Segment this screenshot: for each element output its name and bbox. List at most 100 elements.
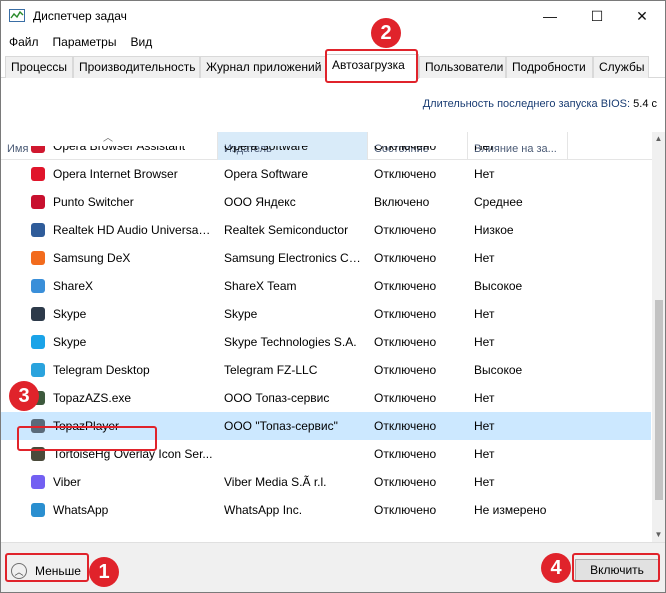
row-state: Отключено — [374, 167, 437, 181]
table-row[interactable]: Realtek HD Audio Universal ... Realtek Se… — [1, 216, 651, 244]
row-impact: Нет — [474, 475, 495, 489]
row-publisher: Viber Media S.Ã r.l. — [224, 475, 327, 489]
table-row[interactable]: ShareX ShareX Team Отключено Высокое — [1, 272, 651, 300]
tab-services[interactable]: Службы — [593, 56, 649, 78]
telegram-icon — [31, 363, 45, 377]
row-state: Отключено — [374, 279, 437, 293]
maximize-icon: ☐ — [590, 7, 604, 24]
punto-switcher-icon — [31, 195, 45, 209]
row-publisher: Telegram FZ-LLC — [224, 363, 318, 377]
samsung-dex-icon — [31, 251, 45, 265]
row-name: Realtek HD Audio Universal ... — [53, 223, 213, 237]
annotation-badge-4: 4 — [541, 553, 571, 583]
row-publisher: ООО Яндекс — [224, 195, 296, 209]
row-state: Включено — [374, 195, 430, 209]
row-impact: Нет — [474, 167, 495, 181]
maximize-button[interactable]: ☐ — [574, 1, 620, 31]
tab-processes[interactable]: Процессы — [5, 56, 73, 78]
viber-icon — [31, 475, 45, 489]
window-title: Диспетчер задач — [33, 9, 127, 23]
row-publisher: Realtek Semiconductor — [224, 223, 349, 237]
minimize-button[interactable]: — — [527, 1, 573, 31]
vertical-scrollbar[interactable]: ▲ ▼ — [652, 132, 665, 542]
row-publisher: ООО "Топаз-сервис" — [224, 419, 338, 433]
table-row[interactable]: Punto Switcher ООО Яндекс Включено Среднее — [1, 188, 651, 216]
skype-icon — [31, 335, 45, 349]
row-state: Отключено — [374, 223, 437, 237]
row-publisher: WhatsApp Inc. — [224, 503, 303, 517]
row-name: TopazAZS.exe — [53, 391, 132, 405]
row-impact: Нет — [474, 146, 495, 153]
row-name: Telegram Desktop — [53, 363, 150, 377]
task-manager-window: Диспетчер задач — ☐ ✕ Файл Параметры Вид… — [0, 0, 666, 593]
row-state: Отключено — [374, 503, 437, 517]
minimize-icon: — — [543, 8, 557, 24]
row-name: WhatsApp — [53, 503, 109, 517]
annotation-box-startup-tab — [325, 49, 418, 83]
row-impact: Низкое — [474, 223, 514, 237]
table-row[interactable]: Skype Skype Technologies S.A. Отключено Нет — [1, 328, 651, 356]
row-impact: Нет — [474, 307, 495, 321]
annotation-badge-2: 2 — [371, 18, 401, 48]
tab-app-history[interactable]: Журнал приложений — [200, 56, 326, 78]
tab-users[interactable]: Пользователи — [419, 56, 506, 78]
annotation-box-fewer — [5, 553, 89, 582]
row-name: Opera Internet Browser — [53, 167, 178, 181]
row-name: Samsung DeX — [53, 251, 131, 265]
table-row[interactable]: TopazAZS.exe ООО Топаз-сервис Отключено Нет — [1, 384, 651, 412]
table-row[interactable]: WhatsApp WhatsApp Inc. Отключено Не измерен… — [1, 496, 651, 524]
table-row[interactable]: Telegram Desktop Telegram FZ-LLC Отключено… — [1, 356, 651, 384]
close-button[interactable]: ✕ — [619, 1, 665, 31]
row-publisher: Opera Software — [224, 146, 309, 153]
scrollbar-thumb[interactable] — [655, 300, 663, 500]
startup-list: Opera Browser Assistant Opera Software Отк… — [1, 146, 651, 540]
table-row[interactable]: Viber Viber Media S.Ã r.l. Отключено Нет — [1, 468, 651, 496]
row-impact: Нет — [474, 251, 495, 265]
bios-value: 5.4 с — [633, 98, 657, 110]
row-state: Отключено — [374, 475, 437, 489]
row-impact: Не измерено — [474, 503, 547, 517]
row-impact: Высокое — [474, 363, 523, 377]
table-row[interactable]: Skype Skype Отключено Нет — [1, 300, 651, 328]
row-state: Отключено — [374, 335, 437, 349]
row-impact: Высокое — [474, 279, 523, 293]
row-impact: Нет — [474, 419, 495, 433]
row-publisher: Skype — [224, 307, 258, 321]
title-bar: Диспетчер задач — ☐ ✕ — [1, 1, 665, 31]
scroll-up-icon[interactable]: ▲ — [652, 132, 665, 146]
row-impact: Нет — [474, 391, 495, 405]
row-name: Viber — [53, 475, 81, 489]
row-publisher: Skype Technologies S.A. — [224, 335, 357, 349]
scroll-down-icon[interactable]: ▼ — [652, 528, 665, 542]
row-state: Отключено — [374, 447, 437, 461]
whatsapp-icon — [31, 503, 45, 517]
menu-file[interactable]: Файл — [1, 33, 45, 53]
annotation-badge-3: 3 — [9, 381, 39, 411]
table-row[interactable]: Opera Browser Assistant Opera Software Отк… — [1, 146, 651, 160]
annotation-box-topazplayer — [17, 426, 157, 451]
close-icon: ✕ — [636, 7, 648, 24]
menu-options[interactable]: Параметры — [45, 33, 123, 53]
menu-view[interactable]: Вид — [122, 33, 158, 53]
tab-details[interactable]: Подробности — [506, 56, 593, 78]
row-state: Отключено — [374, 391, 437, 405]
row-name: Punto Switcher — [53, 195, 134, 209]
row-publisher — [224, 440, 364, 468]
table-row[interactable]: Samsung DeX Samsung Electronics Co.... Отк… — [1, 244, 651, 272]
row-publisher: Opera Software — [224, 167, 309, 181]
row-state: Отключено — [374, 251, 437, 265]
row-name: ShareX — [53, 279, 94, 293]
row-publisher: ShareX Team — [224, 279, 297, 293]
row-impact: Нет — [474, 447, 495, 461]
opera-assistant-icon — [31, 146, 45, 153]
table-row[interactable]: Opera Internet Browser Opera Software Откл… — [1, 160, 651, 188]
opera-icon — [31, 167, 45, 181]
tab-performance[interactable]: Производительность — [73, 56, 200, 78]
sharex-icon — [31, 279, 45, 293]
row-publisher: ООО Топаз-сервис — [224, 391, 330, 405]
row-name: Skype — [53, 307, 87, 321]
menu-bar: Файл Параметры Вид — [1, 33, 158, 53]
bios-label: Длительность последнего запуска BIOS: — [422, 98, 631, 110]
row-impact: Среднее — [474, 195, 523, 209]
annotation-badge-1: 1 — [89, 557, 119, 587]
